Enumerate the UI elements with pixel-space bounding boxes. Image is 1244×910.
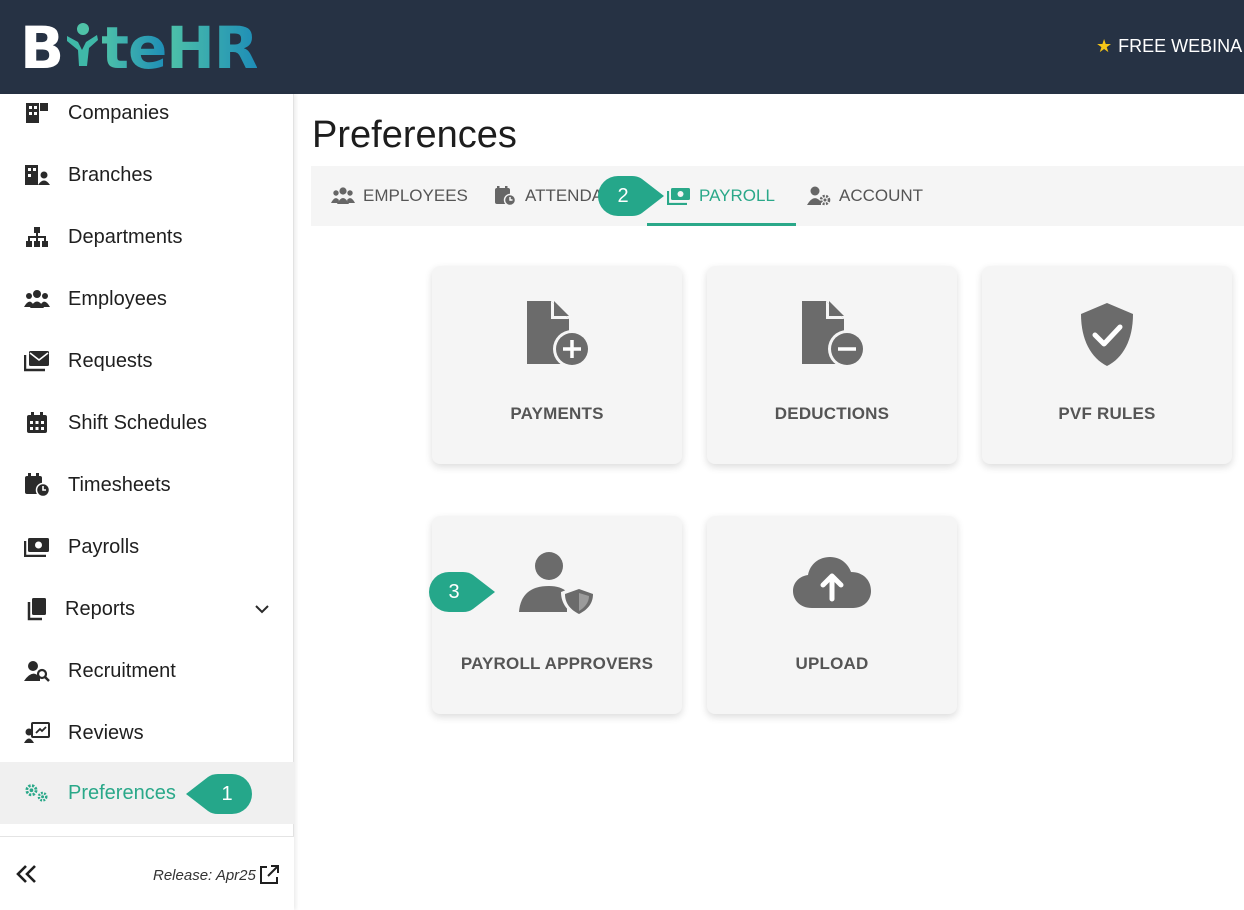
tab-employees[interactable]: EMPLOYEES <box>331 166 468 226</box>
logo-figure-icon <box>64 18 100 70</box>
payments-card[interactable]: PAYMENTS <box>432 266 682 464</box>
sidebar-item-timesheets[interactable]: Timesheets <box>0 454 294 516</box>
user-gear-icon <box>807 186 831 206</box>
preferences-tabs: EMPLOYEES ATTENDAN PAYROLL ACCOUNT <box>311 166 1244 226</box>
release-label: Release: Apr25 <box>153 867 256 884</box>
logo-letters-hr: HR <box>166 14 258 82</box>
sidebar-item-payrolls[interactable]: Payrolls <box>0 516 294 578</box>
payroll-approvers-card[interactable]: PAYROLL APPROVERS <box>432 516 682 714</box>
collapse-sidebar-icon[interactable] <box>14 861 40 887</box>
sidebar-item-label: Timesheets <box>68 473 171 496</box>
logo-letters-te: te <box>101 14 167 82</box>
sidebar-item-shift-schedules[interactable]: Shift Schedules <box>0 392 294 454</box>
cloud-upload-icon <box>792 550 872 620</box>
sidebar-item-label: Payrolls <box>68 535 140 558</box>
envelopes-icon <box>24 349 50 373</box>
tab-label: EMPLOYEES <box>363 186 468 205</box>
file-minus-icon <box>792 300 872 370</box>
chalkboard-user-icon <box>24 721 50 745</box>
app-logo[interactable]: BteHR <box>20 18 258 78</box>
users-icon <box>24 287 50 311</box>
sidebar-item-requests[interactable]: Requests <box>0 330 294 392</box>
card-label: PAYROLL APPROVERS <box>460 654 654 673</box>
page-title: Preferences <box>312 114 517 156</box>
users-icon <box>331 186 355 206</box>
sidebar-item-reports[interactable]: Reports <box>0 578 294 640</box>
step-number: 1 <box>221 782 233 805</box>
calendar-clock-icon <box>24 473 50 497</box>
sidebar-item-label: Companies <box>68 101 170 124</box>
card-label: UPLOAD <box>795 654 869 673</box>
step-callout-2: 2 <box>598 176 664 216</box>
gears-icon <box>24 781 50 805</box>
sidebar-footer: Release: Apr25 <box>0 836 294 910</box>
step-callout-1: 1 <box>186 774 252 814</box>
file-plus-icon <box>517 300 597 370</box>
calendar-clock-icon <box>493 186 517 206</box>
user-search-icon <box>24 659 50 683</box>
branch-building-icon <box>24 163 50 187</box>
copy-document-icon <box>24 597 50 621</box>
tab-attendance[interactable]: ATTENDAN <box>493 166 615 226</box>
sidebar-item-reviews[interactable]: Reviews <box>0 702 294 764</box>
sidebar-item-label: Reports <box>65 597 136 620</box>
sidebar-item-label: Branches <box>68 163 153 186</box>
star-icon: ★ <box>1096 36 1113 56</box>
card-label: PVF RULES <box>1058 404 1156 423</box>
sidebar-item-employees[interactable]: Employees <box>0 268 294 330</box>
external-link-icon[interactable] <box>258 864 280 886</box>
step-number: 2 <box>617 184 629 207</box>
building-icon <box>24 101 50 125</box>
sitemap-icon <box>24 225 50 249</box>
money-bills-icon <box>24 535 50 559</box>
sidebar-item-departments[interactable]: Departments <box>0 206 294 268</box>
tab-account[interactable]: ACCOUNT <box>807 166 923 226</box>
card-label: DEDUCTIONS <box>774 404 890 423</box>
logo-letter-b: B <box>20 14 64 82</box>
sidebar-item-label: Requests <box>68 349 153 372</box>
sidebar-item-label: Shift Schedules <box>68 411 207 434</box>
money-bills-icon <box>667 186 691 206</box>
sidebar-item-companies[interactable]: Companies <box>0 82 294 144</box>
webinar-banner[interactable]: ★ FREE WEBINA <box>1096 36 1242 57</box>
step-number: 3 <box>448 580 460 603</box>
sidebar-item-label: Preferences <box>68 781 176 804</box>
sidebar-item-label: Reviews <box>68 721 144 744</box>
step-callout-3: 3 <box>429 572 495 612</box>
sidebar-item-recruitment[interactable]: Recruitment <box>0 640 294 702</box>
user-shield-icon <box>517 550 597 620</box>
sidebar-item-label: Recruitment <box>68 659 176 682</box>
deductions-card[interactable]: DEDUCTIONS <box>707 266 957 464</box>
tab-payroll[interactable]: PAYROLL <box>647 166 796 226</box>
main-content: Preferences EMPLOYEES ATTENDAN PAYROLL A… <box>296 94 1244 910</box>
chevron-down-icon[interactable] <box>252 599 272 619</box>
pvf-rules-card[interactable]: PVF RULES <box>982 266 1232 464</box>
card-label: PAYMENTS <box>510 404 604 423</box>
webinar-banner-text: FREE WEBINA <box>1118 36 1243 56</box>
upload-card[interactable]: UPLOAD <box>707 516 957 714</box>
tab-label: PAYROLL <box>699 186 775 205</box>
sidebar-item-branches[interactable]: Branches <box>0 144 294 206</box>
top-bar: BteHR ★ FREE WEBINA <box>0 0 1244 94</box>
sidebar-item-label: Employees <box>68 287 167 310</box>
sidebar-item-label: Departments <box>68 225 183 248</box>
tab-label: ACCOUNT <box>839 186 924 205</box>
calendar-icon <box>24 411 50 435</box>
shield-check-icon <box>1067 300 1147 370</box>
